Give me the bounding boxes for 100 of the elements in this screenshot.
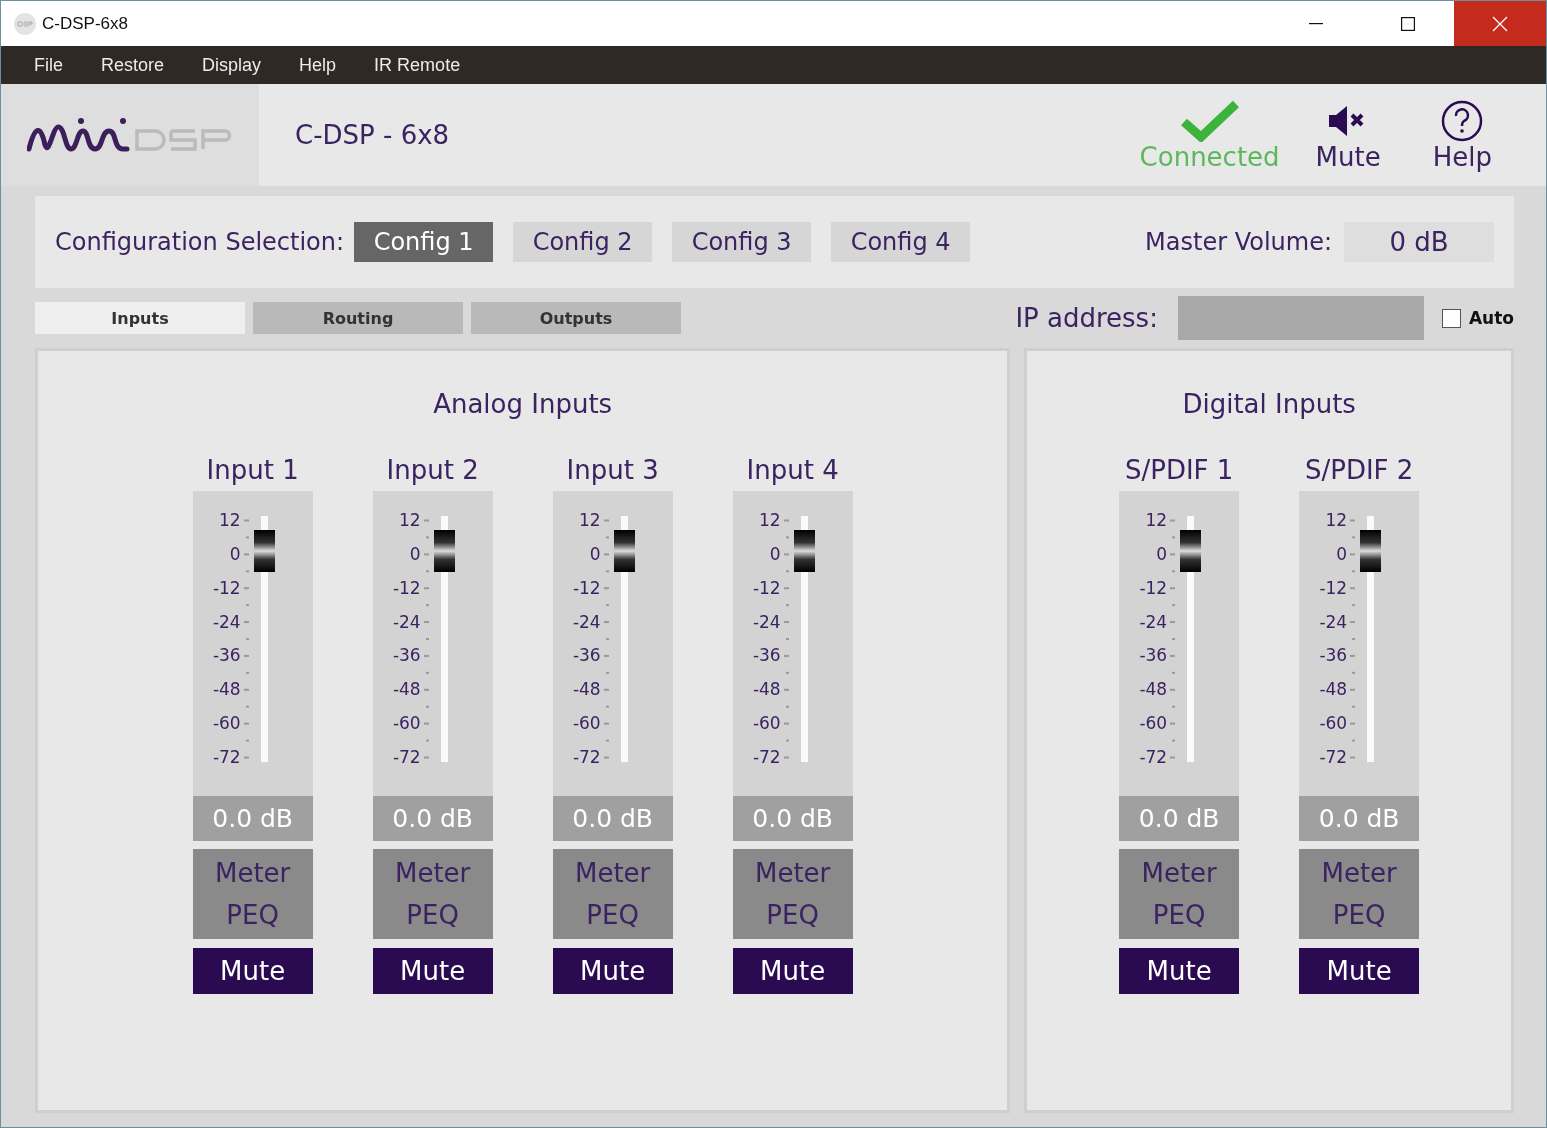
scale-label: -48 xyxy=(572,681,601,699)
gain-readout: 0.0 dB xyxy=(552,796,673,841)
mute-button[interactable]: Mute xyxy=(192,948,313,994)
channel-option-button[interactable]: Meter xyxy=(1141,856,1217,890)
scale-label: 0 xyxy=(769,545,781,563)
scale-label: 0 xyxy=(409,545,421,563)
scale-label: -24 xyxy=(752,613,781,631)
scale-label: -12 xyxy=(752,579,781,597)
scale-label: -72 xyxy=(1319,748,1348,766)
channel-option-button[interactable]: PEQ xyxy=(1332,898,1386,932)
scale-label: -48 xyxy=(392,681,421,699)
auto-checkbox[interactable] xyxy=(1441,308,1461,328)
scale-label: 12 xyxy=(1325,512,1348,529)
channel-option-button[interactable]: PEQ xyxy=(766,898,819,932)
scale-label: -36 xyxy=(212,647,241,665)
menu-item[interactable]: IR Remote xyxy=(355,46,480,84)
channel-option-button[interactable]: Meter xyxy=(215,856,291,890)
channel-option-button[interactable]: Meter xyxy=(755,856,831,890)
minimize-icon xyxy=(1309,22,1323,25)
scale-label: -72 xyxy=(572,748,601,766)
scale-label: -48 xyxy=(752,681,781,699)
window-title: C-DSP-6x8 xyxy=(42,13,129,34)
check-icon xyxy=(1180,100,1239,142)
app-icon xyxy=(14,12,36,35)
menu-item[interactable]: Display xyxy=(183,46,281,84)
scale-label: -60 xyxy=(1139,715,1168,733)
channel-name: S/PDIF 1 xyxy=(1124,455,1234,487)
channel-option-button[interactable]: PEQ xyxy=(1152,898,1206,932)
scale-label: -24 xyxy=(392,613,421,631)
tab[interactable]: Routing xyxy=(253,302,463,334)
channel-name: Input 1 xyxy=(206,455,299,487)
channel-option-button[interactable]: Meter xyxy=(575,856,651,890)
channel-option-button[interactable]: Meter xyxy=(395,856,471,890)
config-button[interactable]: Config 4 xyxy=(831,222,971,262)
scale-label: -12 xyxy=(1319,579,1348,597)
fader-thumb[interactable] xyxy=(1360,530,1382,573)
scale-label: -36 xyxy=(572,647,601,665)
mute-button[interactable]: Mute xyxy=(1299,948,1420,994)
fader-thumb[interactable] xyxy=(793,530,815,573)
scale-label: -24 xyxy=(572,613,601,631)
config-button[interactable]: Config 2 xyxy=(513,222,653,262)
channel-name: Input 2 xyxy=(386,455,479,487)
help-button[interactable]: Help xyxy=(1432,98,1492,172)
scale-label: -60 xyxy=(572,715,601,733)
scale-label: -60 xyxy=(392,715,421,733)
scale-label: -48 xyxy=(1319,681,1348,699)
connection-status: Connected xyxy=(1139,142,1280,172)
scale-label: -72 xyxy=(1139,748,1168,766)
maximize-icon xyxy=(1401,16,1415,31)
scale-label: -72 xyxy=(212,748,241,766)
device-name: C-DSP - 6x8 xyxy=(295,120,451,150)
gain-readout: 0.0 dB xyxy=(372,796,493,841)
close-icon xyxy=(1492,15,1508,32)
channel-name: S/PDIF 2 xyxy=(1304,455,1414,487)
tab[interactable]: Inputs xyxy=(35,302,245,334)
scale-label: 0 xyxy=(229,545,241,563)
channel-option-button[interactable]: Meter xyxy=(1321,856,1397,890)
ip-address-field[interactable] xyxy=(1177,296,1424,340)
ip-address-label: IP address: xyxy=(1015,303,1158,333)
configuration-label: Configuration Selection: xyxy=(55,228,345,256)
scale-label: -12 xyxy=(392,579,421,597)
scale-label: -12 xyxy=(212,579,241,597)
mute-button[interactable]: Mute xyxy=(732,948,853,994)
scale-label: -12 xyxy=(572,579,601,597)
fader-thumb[interactable] xyxy=(613,530,635,573)
auto-label: Auto xyxy=(1468,308,1514,328)
scale-label: -60 xyxy=(1319,715,1348,733)
gain-readout: 0.0 dB xyxy=(732,796,853,841)
master-volume-value[interactable]: 0 dB xyxy=(1344,222,1494,262)
menu-item[interactable]: Restore xyxy=(82,46,184,84)
scale-label: 12 xyxy=(219,512,241,529)
scale-label: -24 xyxy=(1139,613,1168,631)
group-title: Analog Inputs xyxy=(433,389,613,419)
mute-button[interactable]: Mute xyxy=(552,948,673,994)
config-button[interactable]: Config 3 xyxy=(672,222,812,262)
config-button[interactable]: Config 1 xyxy=(354,222,494,262)
scale-label: 12 xyxy=(1145,512,1168,529)
fader-thumb[interactable] xyxy=(253,530,275,573)
mute-button[interactable]: Mute xyxy=(372,948,493,994)
help-icon xyxy=(1441,100,1484,142)
scale-label: -48 xyxy=(212,681,241,699)
tab[interactable]: Outputs xyxy=(471,302,681,334)
fader-thumb[interactable] xyxy=(1180,530,1202,573)
scale-label: 12 xyxy=(759,512,781,529)
channel-option-button[interactable]: PEQ xyxy=(586,898,639,932)
scale-label: -36 xyxy=(752,647,781,665)
scale-label: -36 xyxy=(1319,647,1348,665)
scale-label: -24 xyxy=(212,613,241,631)
master-volume-label: Master Volume: xyxy=(1145,228,1332,256)
scale-label: -36 xyxy=(1139,647,1168,665)
scale-label: 0 xyxy=(1156,545,1168,563)
menu-item[interactable]: File xyxy=(15,46,82,84)
mute-all-button[interactable]: Mute xyxy=(1315,98,1381,172)
channel-option-button[interactable]: PEQ xyxy=(406,898,459,932)
menu-item[interactable]: Help xyxy=(280,46,356,84)
scale-label: -72 xyxy=(752,748,781,766)
fader-thumb[interactable] xyxy=(433,530,455,573)
mute-button[interactable]: Mute xyxy=(1119,948,1240,994)
channel-name: Input 4 xyxy=(746,455,839,487)
channel-option-button[interactable]: PEQ xyxy=(226,898,279,932)
